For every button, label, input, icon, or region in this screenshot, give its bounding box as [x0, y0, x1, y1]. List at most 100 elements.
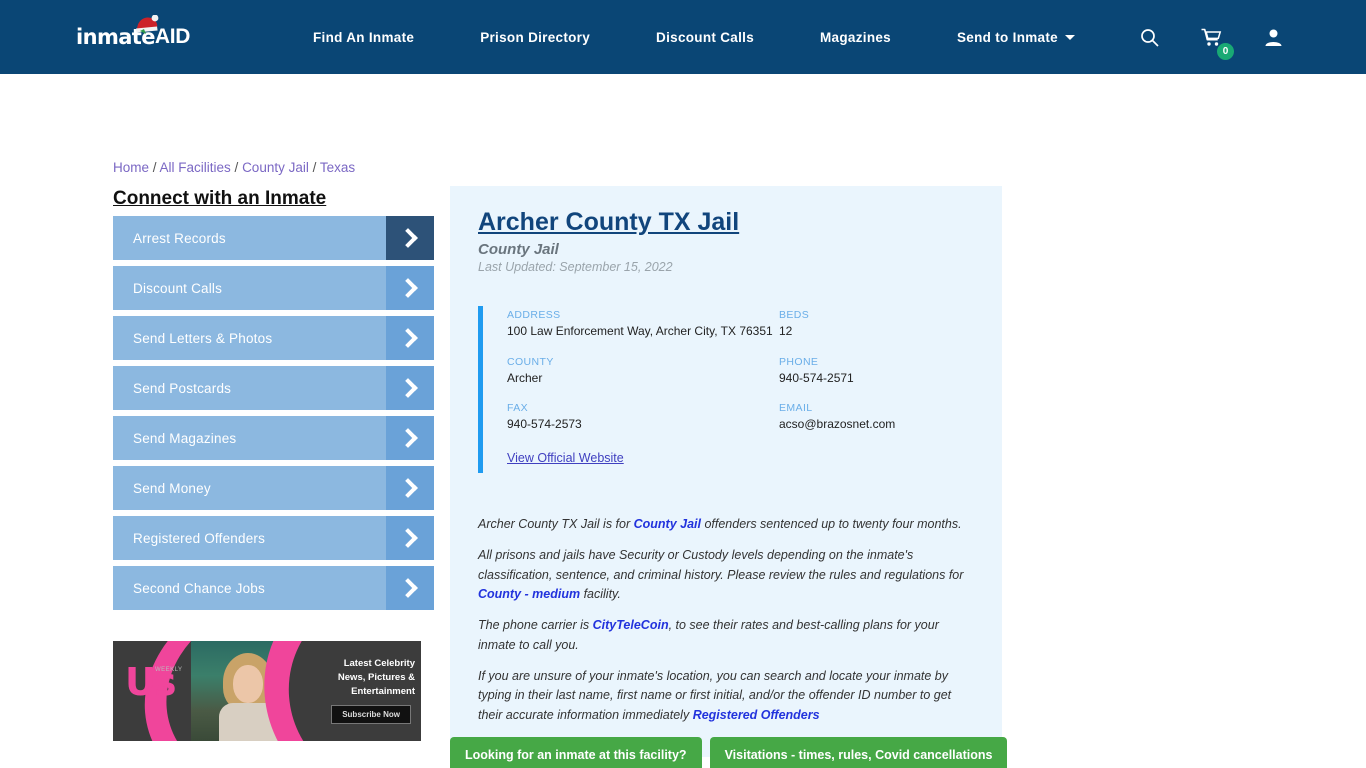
info-cell-beds: BEDS 12: [779, 309, 974, 340]
facility-info-grid: ADDRESS 100 Law Enforcement Way, Archer …: [507, 309, 974, 433]
sidebar-item-label: Send Letters & Photos: [133, 330, 273, 346]
nav-label: Send to Inmate: [957, 29, 1058, 45]
info-label: COUNTY: [507, 355, 554, 368]
info-value: 940-574-2573: [507, 417, 582, 432]
text-fragment: Archer County TX Jail is for: [478, 516, 634, 531]
chevron-right-icon: [386, 416, 434, 460]
last-updated-text: Last Updated: September 15, 2022: [478, 260, 673, 274]
nav-item-prison-directory[interactable]: Prison Directory: [447, 30, 623, 45]
user-account-icon: [1265, 29, 1281, 46]
search-icon: [1140, 28, 1159, 47]
nav-label: Prison Directory: [480, 29, 591, 45]
sidebar-item-send-postcards[interactable]: Send Postcards: [113, 366, 434, 410]
sidebar-item-registered-offenders[interactable]: Registered Offenders: [113, 516, 434, 560]
info-label: BEDS: [779, 309, 810, 321]
info-cell-address: ADDRESS 100 Law Enforcement Way, Archer …: [507, 309, 779, 340]
breadcrumb-item-county-jail[interactable]: County Jail: [242, 160, 309, 175]
info-value: 12: [779, 324, 793, 338]
info-label: ADDRESS: [507, 309, 561, 321]
sidebar-nav: Arrest Records Discount Calls Send Lette…: [113, 216, 434, 616]
sidebar-item-send-magazines[interactable]: Send Magazines: [113, 416, 434, 460]
breadcrumb-item-home[interactable]: Home: [113, 160, 149, 175]
info-cell-county: COUNTY Archer: [507, 356, 779, 387]
sidebar-title: Connect with an Inmate: [113, 188, 327, 209]
facility-description: Archer County TX Jail is for County Jail…: [478, 515, 974, 725]
info-label: FAX: [507, 402, 529, 415]
chevron-down-icon: [1064, 34, 1075, 40]
site-header: inmate AID Find An Inmate Prison Director…: [0, 0, 1366, 74]
sidebar-item-arrest-records[interactable]: Arrest Records: [113, 216, 434, 260]
nav-item-send-to-inmate[interactable]: Send to Inmate: [924, 30, 1108, 45]
text-fragment: The phone carrier is: [478, 618, 593, 633]
info-cell-phone: PHONE 940-574-2571: [779, 356, 974, 387]
site-logo[interactable]: inmate AID: [76, 15, 196, 54]
search-button[interactable]: [1118, 28, 1180, 47]
sidebar-item-send-money[interactable]: Send Money: [113, 466, 434, 510]
nav-item-discount-calls[interactable]: Discount Calls: [623, 30, 787, 45]
sidebar-item-discount-calls[interactable]: Discount Calls: [113, 266, 434, 310]
nav-label: Magazines: [820, 29, 891, 45]
logo-accent-text: AID: [154, 25, 191, 48]
facility-type: County Jail: [478, 241, 559, 258]
breadcrumb-item-all-facilities[interactable]: All Facilities: [160, 160, 231, 175]
sidebar-item-send-letters-photos[interactable]: Send Letters & Photos: [113, 316, 434, 360]
page-title: Archer County TX Jail: [478, 208, 740, 236]
breadcrumb-separator: /: [230, 160, 243, 175]
description-paragraph-3: The phone carrier is CityTeleCoin, to se…: [478, 616, 974, 655]
info-value: Archer: [507, 370, 543, 385]
link-county-jail[interactable]: County Jail: [634, 517, 701, 531]
info-label: PHONE: [779, 355, 819, 368]
visitations-button[interactable]: Visitations - times, rules, Covid cancel…: [709, 737, 1008, 768]
nav-label: Discount Calls: [656, 29, 755, 45]
nav-item-magazines[interactable]: Magazines: [787, 30, 924, 45]
description-paragraph-4: If you are unsure of your inmate's locat…: [478, 667, 974, 725]
sidebar-item-label: Second Chance Jobs: [133, 580, 265, 596]
sidebar-item-label: Send Postcards: [133, 380, 232, 396]
shopping-cart-icon: [1201, 28, 1221, 46]
main-nav: Find An Inmate Prison Directory Discount…: [280, 30, 1108, 45]
text-fragment: facility.: [580, 586, 621, 601]
ad-headline: Latest Celebrity News, Pictures & Entert…: [337, 658, 415, 697]
chevron-right-icon: [386, 516, 434, 560]
nav-item-find-an-inmate[interactable]: Find An Inmate: [280, 30, 447, 45]
breadcrumb-item-texas[interactable]: Texas: [320, 160, 355, 175]
facility-info-block: ADDRESS 100 Law Enforcement Way, Archer …: [478, 306, 974, 473]
santa-hat-icon: [136, 15, 159, 34]
advertisement-banner[interactable]: Us WEEKLY Latest Celebrity News, Picture…: [113, 641, 421, 741]
facility-card: Archer County TX Jail County Jail Last U…: [450, 186, 1002, 758]
ad-brand-sublabel: WEEKLY: [155, 667, 183, 673]
sidebar-item-label: Discount Calls: [133, 280, 223, 296]
cart-button[interactable]: 0: [1180, 28, 1242, 60]
text-fragment: All prisons and jails have Security or C…: [478, 548, 964, 582]
info-cell-fax: FAX 940-574-2573: [507, 402, 779, 433]
breadcrumb-separator: /: [308, 160, 320, 175]
sidebar-item-label: Arrest Records: [133, 230, 226, 246]
chevron-right-icon: [386, 266, 434, 310]
view-official-website-link[interactable]: View Official Website: [507, 451, 624, 465]
account-button[interactable]: [1242, 28, 1304, 47]
link-county-medium[interactable]: County - medium: [478, 587, 580, 601]
chevron-right-icon: [386, 566, 434, 610]
sidebar-item-label: Send Magazines: [133, 430, 237, 446]
breadcrumb-separator: /: [149, 160, 160, 175]
action-button-row: Looking for an inmate at this facility? …: [450, 737, 1008, 768]
sidebar-item-second-chance-jobs[interactable]: Second Chance Jobs: [113, 566, 434, 610]
info-value: 100 Law Enforcement Way, Archer City, TX…: [507, 324, 773, 338]
description-paragraph-1: Archer County TX Jail is for County Jail…: [478, 515, 974, 534]
info-value: acso@brazosnet.com: [779, 417, 896, 432]
sidebar-item-label: Registered Offenders: [133, 530, 266, 546]
nav-label: Find An Inmate: [313, 29, 415, 45]
chevron-right-icon: [386, 316, 434, 360]
chevron-right-icon: [386, 466, 434, 510]
chevron-right-icon: [386, 216, 434, 260]
link-registered-offenders[interactable]: Registered Offenders: [693, 708, 820, 722]
description-paragraph-2: All prisons and jails have Security or C…: [478, 546, 974, 604]
sidebar-item-label: Send Money: [133, 480, 211, 496]
ad-subscribe-button[interactable]: Subscribe Now: [331, 705, 411, 724]
find-inmate-button[interactable]: Looking for an inmate at this facility?: [450, 737, 702, 768]
header-icon-group: 0: [1118, 0, 1304, 74]
chevron-right-icon: [386, 366, 434, 410]
info-cell-email: EMAIL acso@brazosnet.com: [779, 402, 974, 433]
link-citytelecoin[interactable]: CityTeleCoin: [593, 618, 669, 632]
text-fragment: offenders sentenced up to twenty four mo…: [700, 516, 962, 531]
